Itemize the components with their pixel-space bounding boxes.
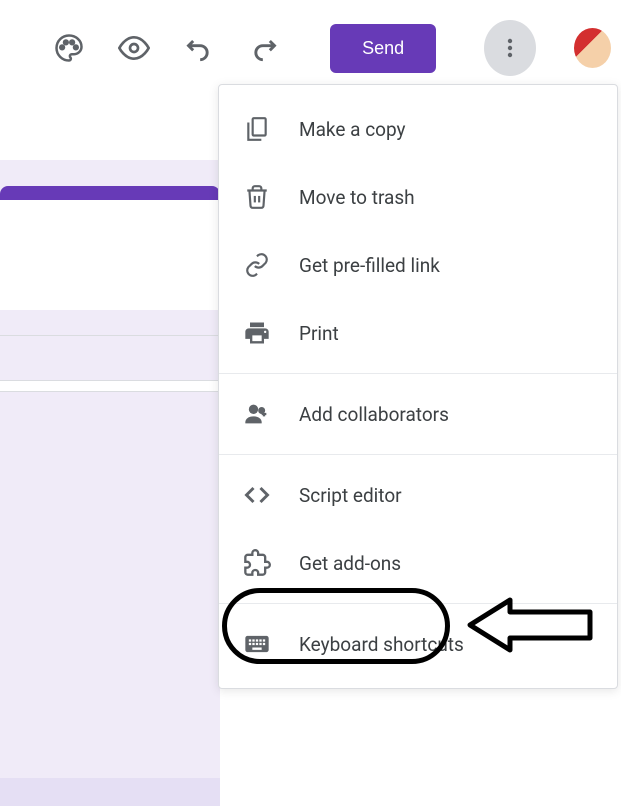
- more-vert-icon: [498, 36, 522, 60]
- palette-icon: [54, 33, 84, 63]
- trash-icon: [243, 183, 271, 211]
- preview-button[interactable]: [115, 28, 152, 68]
- redo-button[interactable]: [245, 28, 282, 68]
- menu-item-add-collaborators[interactable]: Add collaborators: [219, 380, 617, 448]
- menu-label: Move to trash: [299, 186, 415, 209]
- form-card: [0, 380, 220, 392]
- form-divider: [0, 335, 220, 336]
- more-options-button[interactable]: [484, 20, 536, 76]
- menu-divider: [219, 373, 617, 374]
- menu-item-move-trash[interactable]: Move to trash: [219, 163, 617, 231]
- eye-icon: [118, 32, 150, 64]
- copy-icon: [243, 115, 271, 143]
- menu-item-keyboard-shortcuts[interactable]: Keyboard shortcuts: [219, 610, 617, 678]
- undo-button[interactable]: [180, 28, 217, 68]
- menu-item-prefilled-link[interactable]: Get pre-filled link: [219, 231, 617, 299]
- more-options-menu: Make a copy Move to trash Get pre-filled…: [218, 84, 618, 689]
- print-icon: [243, 319, 271, 347]
- toolbar: Send: [0, 0, 621, 96]
- menu-label: Get add-ons: [299, 552, 401, 575]
- redo-icon: [250, 34, 278, 62]
- menu-label: Make a copy: [299, 118, 406, 141]
- menu-label: Script editor: [299, 484, 402, 507]
- avatar[interactable]: [574, 28, 611, 68]
- menu-label: Print: [299, 322, 339, 345]
- menu-item-script-editor[interactable]: Script editor: [219, 461, 617, 529]
- addon-icon: [243, 549, 271, 577]
- menu-item-print[interactable]: Print: [219, 299, 617, 367]
- menu-label: Get pre-filled link: [299, 254, 440, 277]
- menu-item-get-addons[interactable]: Get add-ons: [219, 529, 617, 597]
- menu-label: Add collaborators: [299, 403, 449, 426]
- collaborators-icon: [243, 400, 271, 428]
- customize-theme-button[interactable]: [50, 28, 87, 68]
- menu-divider: [219, 454, 617, 455]
- form-accent-bar: [0, 186, 220, 200]
- undo-icon: [185, 34, 213, 62]
- code-icon: [243, 481, 271, 509]
- send-button[interactable]: Send: [330, 24, 436, 73]
- menu-divider: [219, 603, 617, 604]
- link-icon: [243, 251, 271, 279]
- form-footer-bar: [0, 778, 220, 806]
- menu-label: Keyboard shortcuts: [299, 633, 464, 656]
- keyboard-icon: [243, 630, 271, 658]
- form-card: [0, 200, 220, 310]
- menu-item-make-copy[interactable]: Make a copy: [219, 95, 617, 163]
